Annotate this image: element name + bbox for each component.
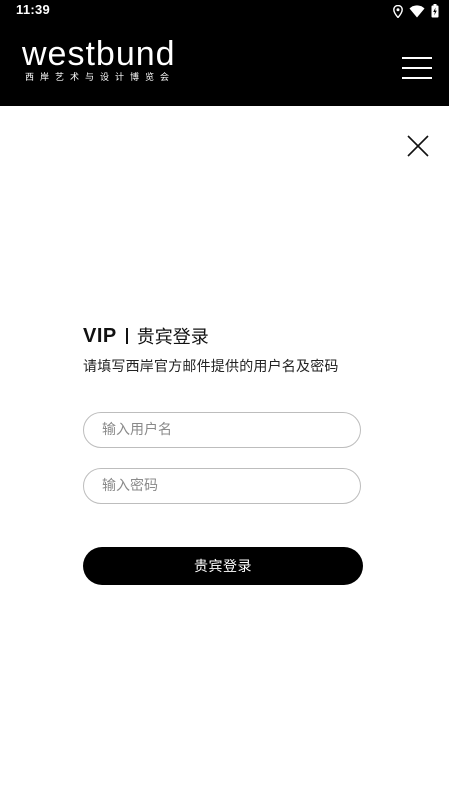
battery-icon <box>431 4 439 18</box>
wifi-icon <box>409 4 425 17</box>
close-icon[interactable] <box>404 132 432 160</box>
login-screen: 11:39 westbund 西岸艺术与设计博览会 VIP 贵宾登录 请填写西岸… <box>0 0 449 800</box>
heading-divider <box>125 328 128 344</box>
status-icons <box>393 4 439 18</box>
password-input[interactable] <box>102 469 342 503</box>
brand-subtitle: 西岸艺术与设计博览会 <box>25 73 176 83</box>
brand-title: westbund <box>22 35 176 73</box>
username-input[interactable] <box>102 413 342 447</box>
status-bar: 11:39 <box>0 0 449 22</box>
status-time: 11:39 <box>16 2 51 17</box>
vip-login-button[interactable]: 贵宾登录 <box>83 547 363 585</box>
login-title: 贵宾登录 <box>136 327 209 348</box>
location-icon <box>393 4 403 18</box>
password-field[interactable] <box>83 468 361 504</box>
login-instruction: 请填写西岸官方邮件提供的用户名及密码 <box>83 359 339 375</box>
username-field[interactable] <box>83 412 361 448</box>
brand-logo[interactable]: westbund 西岸艺术与设计博览会 <box>22 36 176 84</box>
hamburger-menu-icon[interactable] <box>402 55 434 81</box>
app-header: westbund 西岸艺术与设计博览会 <box>0 22 449 106</box>
vip-label: VIP <box>83 324 117 347</box>
login-heading: VIP 贵宾登录 <box>83 322 365 350</box>
vip-login-form: VIP 贵宾登录 请填写西岸官方邮件提供的用户名及密码 贵宾登录 <box>83 322 365 585</box>
